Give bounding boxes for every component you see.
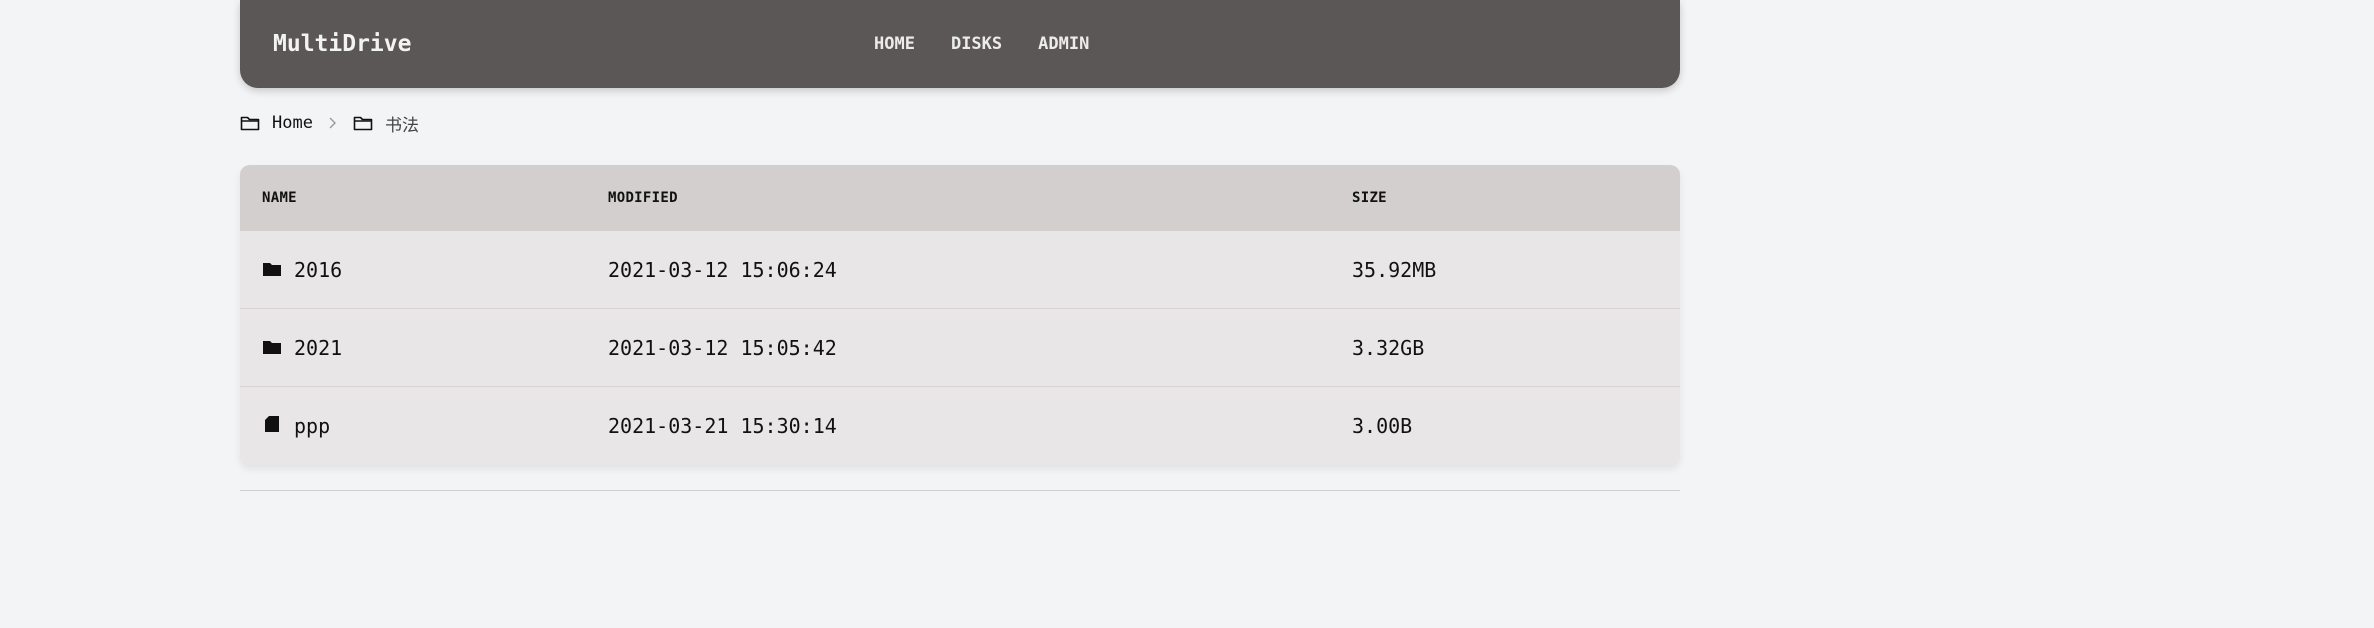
- chevron-right-icon: [327, 116, 337, 130]
- file-table: NAME MODIFIED SIZE 2016 2021-03-12 15:06…: [240, 165, 1680, 465]
- column-header-size[interactable]: SIZE: [1352, 190, 1680, 206]
- row-modified-cell: 2021-03-21 15:30:14: [608, 414, 837, 438]
- file-name[interactable]: 2016: [294, 258, 342, 282]
- column-header-modified[interactable]: MODIFIED: [608, 190, 1352, 206]
- row-size-cell: 35.92MB: [1352, 257, 1437, 282]
- file-icon: [262, 414, 282, 438]
- folder-icon: [262, 258, 282, 282]
- footer-divider: [240, 490, 1680, 491]
- folder-icon: [262, 336, 282, 360]
- table-header: NAME MODIFIED SIZE: [240, 165, 1680, 231]
- table-row[interactable]: 2016 2021-03-12 15:06:24 35.92MB: [240, 231, 1680, 309]
- nav-disks-link[interactable]: DISKS: [951, 34, 1002, 54]
- nav-admin-link[interactable]: ADMIN: [1038, 34, 1089, 54]
- table-row[interactable]: 2021 2021-03-12 15:05:42 3.32GB: [240, 309, 1680, 387]
- row-name-cell: 2021: [240, 336, 608, 360]
- folder-outline-icon: [240, 115, 260, 131]
- breadcrumb: Home 书法: [240, 108, 419, 138]
- row-size-cell: 3.32GB: [1352, 335, 1425, 360]
- folder-outline-icon: [353, 115, 373, 131]
- breadcrumb-home-label: Home: [272, 113, 313, 133]
- brand-logo[interactable]: MultiDrive: [273, 0, 411, 88]
- breadcrumb-home[interactable]: Home: [240, 113, 313, 133]
- file-name[interactable]: ppp: [294, 414, 330, 438]
- breadcrumb-current-label: 书法: [384, 115, 419, 136]
- row-modified-cell: 2021-03-12 15:06:24: [608, 257, 837, 282]
- breadcrumb-current-folder[interactable]: 书法: [353, 111, 419, 136]
- column-header-name[interactable]: NAME: [240, 190, 608, 206]
- row-name-cell: ppp: [240, 414, 608, 438]
- nav-home-link[interactable]: HOME: [874, 34, 915, 54]
- row-size-cell: 3.00B: [1352, 414, 1413, 438]
- file-name[interactable]: 2021: [294, 336, 342, 360]
- row-modified-cell: 2021-03-12 15:05:42: [608, 335, 837, 360]
- table-row[interactable]: ppp 2021-03-21 15:30:14 3.00B: [240, 387, 1680, 465]
- page-container: MultiDrive HOME DISKS ADMIN Home 书法 NAME…: [240, 0, 1680, 491]
- nav-links: HOME DISKS ADMIN: [874, 0, 1089, 88]
- row-name-cell: 2016: [240, 258, 608, 282]
- top-navbar: MultiDrive HOME DISKS ADMIN: [240, 0, 1680, 88]
